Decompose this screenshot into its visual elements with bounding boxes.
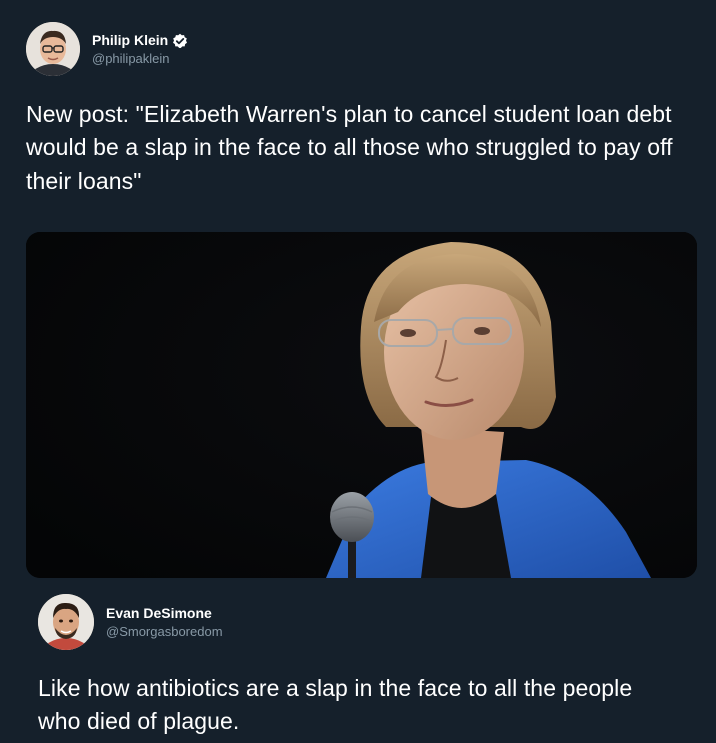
tweet-photo[interactable] [26,232,697,578]
avatar[interactable] [26,22,80,76]
author-handle[interactable]: @philipaklein [92,51,188,67]
avatar-image [26,22,80,76]
reply-author-name[interactable]: Evan DeSimone [106,605,212,623]
reply-author-names: Evan DeSimone @Smorgasboredom [106,604,223,640]
reply-author-handle[interactable]: @Smorgasboredom [106,624,223,640]
photo-image [26,232,697,578]
author-name[interactable]: Philip Klein [92,32,168,50]
avatar[interactable] [38,594,94,650]
tweet-text: New post: "Elizabeth Warren's plan to ca… [26,101,673,194]
author-name-wrap[interactable]: Philip Klein [92,32,188,50]
reply-text: Like how antibiotics are a slap in the f… [38,675,633,735]
tweet-author-row[interactable]: Philip Klein @philipaklein [26,22,188,76]
tweet-author-names: Philip Klein @philipaklein [92,31,188,67]
avatar-image [38,594,94,650]
reply-author-row[interactable]: Evan DeSimone @Smorgasboredom [38,594,223,650]
verified-check-icon [172,33,188,49]
